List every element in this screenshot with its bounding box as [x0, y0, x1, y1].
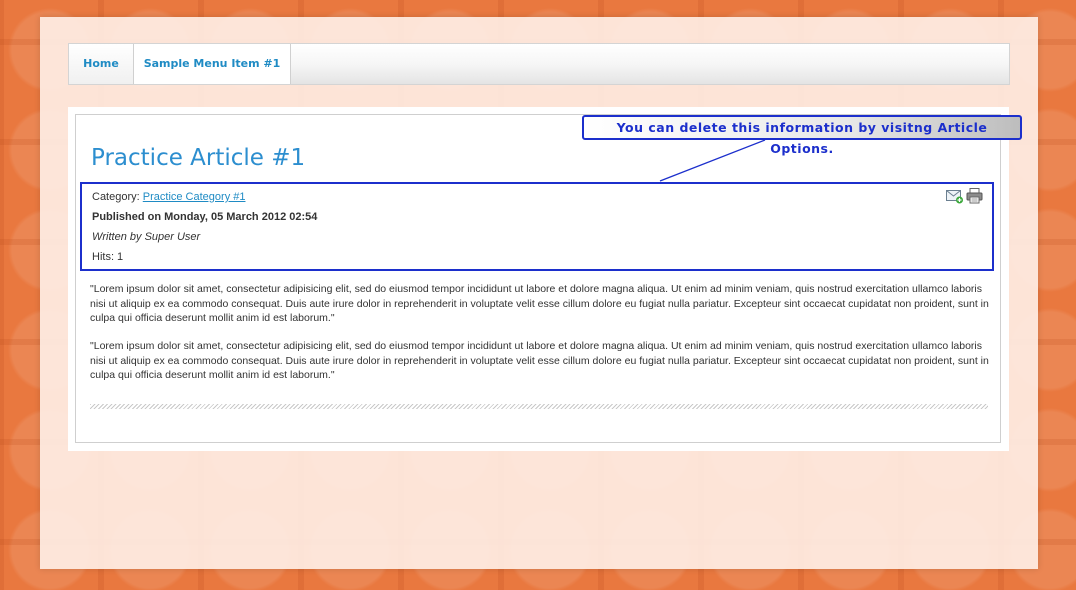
print-icon[interactable] [966, 188, 984, 204]
article-title: Practice Article #1 [91, 145, 306, 171]
article-paragraph: "Lorem ipsum dolor sit amet, consectetur… [90, 283, 989, 324]
article-info: Category: Practice Category #1 Published… [80, 182, 994, 271]
email-icon[interactable] [946, 188, 964, 204]
category-line: Category: Practice Category #1 [92, 191, 245, 203]
article-paragraph: "Lorem ipsum dolor sit amet, consectetur… [90, 340, 989, 381]
annotation-callout: You can delete this information by visit… [582, 115, 1022, 156]
category-label: Category: [92, 191, 140, 203]
author-line: Written by Super User [92, 231, 201, 243]
hits-count: Hits: 1 [92, 251, 124, 263]
main-menu: Home Sample Menu Item #1 [68, 43, 1010, 85]
content-area: Practice Article #1 Category: Practice C… [68, 107, 1009, 451]
category-link[interactable]: Practice Category #1 [143, 191, 246, 203]
published-date: Published on Monday, 05 March 2012 02:54 [92, 211, 318, 223]
page-container: Home Sample Menu Item #1 Practice Articl… [40, 17, 1038, 569]
article-divider [90, 404, 988, 409]
menu-item-sample[interactable]: Sample Menu Item #1 [134, 44, 291, 84]
article: Practice Article #1 Category: Practice C… [75, 114, 1001, 443]
article-actions [946, 188, 984, 206]
menu-item-home[interactable]: Home [69, 44, 134, 84]
